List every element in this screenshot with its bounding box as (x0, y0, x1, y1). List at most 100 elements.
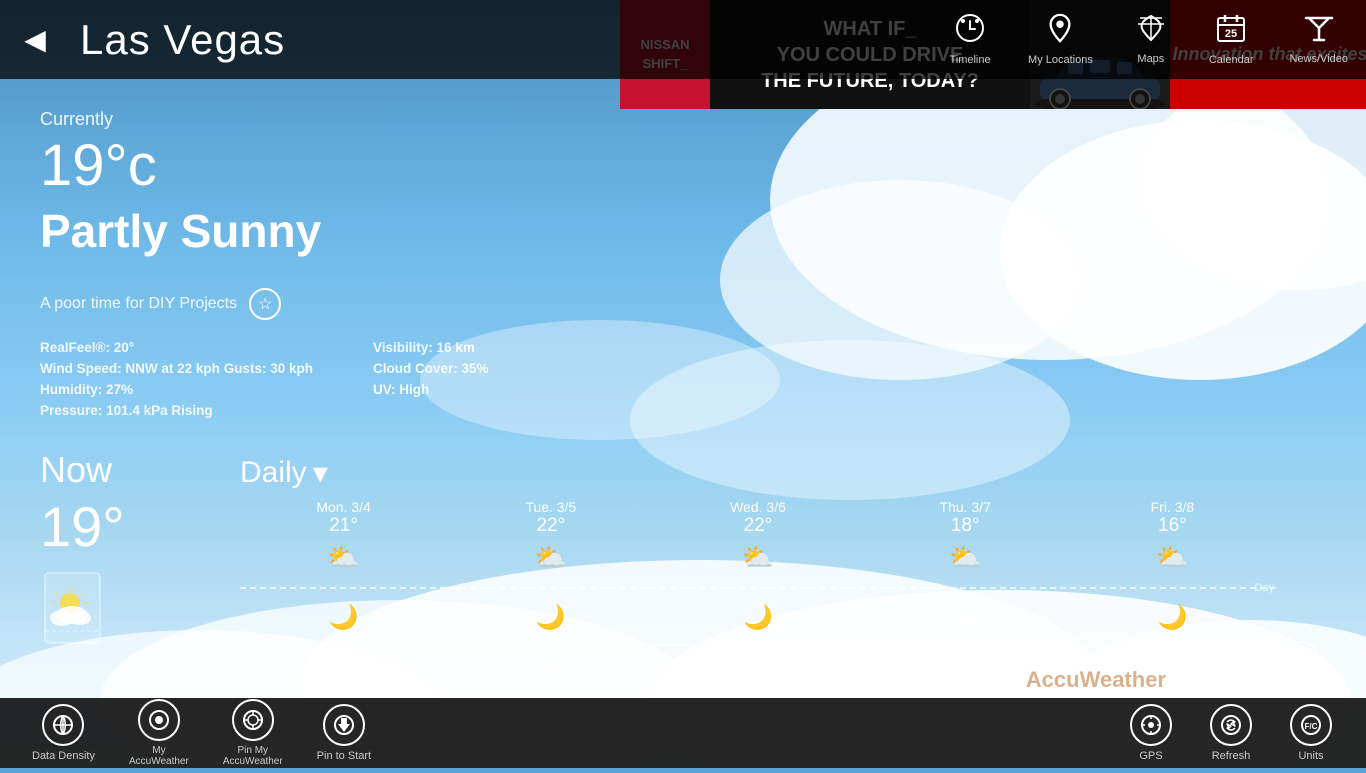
day-icon-day-3: ⛅ (862, 542, 1069, 573)
toolbar-my-accuweather[interactable]: My AccuWeather (117, 693, 201, 773)
realfeel-label: RealFeel®: (40, 340, 110, 355)
timeline-icon (955, 13, 985, 50)
favorite-button[interactable]: ☆ (249, 288, 281, 320)
humidity-row: Humidity: 27% (40, 382, 313, 397)
nav-item-news-video[interactable]: News/Video (1272, 0, 1366, 79)
condition-display: Partly Sunny (40, 204, 1326, 258)
day-col-0: Mon. 3/4 21° ⛅ (240, 499, 447, 573)
night-col-4: 🌙 (1069, 603, 1276, 632)
night-label: Night (1248, 639, 1274, 651)
toolbar-right: GPS Refresh F/C Units (1116, 698, 1346, 768)
nav-items: Timeline My Locations Maps (930, 0, 1366, 79)
night-icon-0: 🌙 (240, 603, 447, 632)
daily-label: Daily (240, 456, 307, 490)
day-low-0: 10° (240, 660, 447, 680)
toolbar-data-density[interactable]: Data Density (20, 698, 107, 768)
svg-text:25: 25 (1225, 28, 1237, 40)
weather-details: RealFeel®: 20° Wind Speed: NNW at 22 kph… (40, 340, 1326, 418)
star-icon: ☆ (258, 294, 272, 314)
currently-label: Currently (40, 109, 1326, 130)
day-name-0: Mon. 3/4 (240, 499, 447, 515)
night-icon-1: 🌙 (447, 603, 654, 632)
accuweather-watermark: AccuWeather (1026, 667, 1166, 693)
night-col-3: ☁ (862, 603, 1069, 632)
day-icon-day-0: ⛅ (240, 542, 447, 573)
toolbar-gps[interactable]: GPS (1116, 698, 1186, 768)
pressure-value: 101.4 kPa Rising (106, 403, 213, 418)
night-icon-2: 🌙 (654, 603, 861, 632)
uv-row: UV: High (373, 382, 489, 397)
day-col-3: Thu. 3/7 18° ⛅ (862, 499, 1069, 573)
realfeel-value: 20° (114, 340, 134, 355)
next-button-spacer (1276, 499, 1326, 573)
visibility-value: 16 km (437, 340, 475, 355)
pressure-label: Pressure: (40, 403, 102, 418)
refresh-icon (1210, 704, 1252, 746)
night-timeline-line: Night (240, 634, 1326, 656)
night-col-0: 🌙 (240, 603, 447, 632)
pressure-row: Pressure: 101.4 kPa Rising (40, 403, 313, 418)
back-button[interactable]: ◀ (0, 0, 70, 79)
visibility-label: Visibility: (373, 340, 433, 355)
day-icon-day-4: ⛅ (1069, 542, 1276, 573)
now-temp: 19° (40, 499, 240, 555)
units-label: Units (1298, 750, 1323, 762)
news-video-icon (1304, 14, 1334, 49)
activity-text: A poor time for DIY Projects (40, 295, 237, 313)
wind-value: NNW at 22 kph (125, 361, 220, 376)
data-density-label: Data Density (32, 750, 95, 762)
night-icon-4: 🌙 (1069, 603, 1276, 632)
pin-to-start-label: Pin to Start (317, 750, 371, 762)
timeline-label: Timeline (949, 54, 990, 66)
gps-icon (1130, 704, 1172, 746)
day-high-0: 21° (240, 515, 447, 537)
nav-item-maps[interactable]: Maps (1111, 0, 1191, 79)
day-high-1: 22° (447, 515, 654, 537)
dropdown-icon: ▾ (313, 456, 328, 491)
units-icon: F/C (1290, 704, 1332, 746)
maps-label: Maps (1137, 53, 1164, 65)
detail-col-right: Visibility: 16 km Cloud Cover: 35% UV: H… (373, 340, 489, 418)
softpedia-watermark: SOFTPEDIA (611, 657, 755, 683)
day-high-3: 18° (862, 515, 1069, 537)
timeline-container: Mon. 3/4 21° ⛅ Tue. 3/5 22° ⛅ Wed. 3/6 2… (240, 499, 1326, 680)
toolbar-pin-to-start[interactable]: Pin to Start (305, 698, 383, 768)
day-col-1: Tue. 3/5 22° ⛅ (447, 499, 654, 573)
nav-item-calendar[interactable]: 25 Calendar (1191, 0, 1272, 79)
cloud-label: Cloud Cover: (373, 361, 458, 376)
daily-toggle[interactable]: Daily ▾ (240, 456, 328, 491)
realfeel-row: RealFeel®: 20° (40, 340, 313, 355)
day-name-3: Thu. 3/7 (862, 499, 1069, 515)
my-locations-icon (1046, 13, 1074, 50)
day-timeline-line: Day (240, 577, 1326, 599)
svg-text:F/C: F/C (1305, 722, 1318, 731)
humidity-label: Humidity: (40, 382, 102, 397)
city-title: Las Vegas (70, 16, 930, 64)
day-high-4: 16° (1069, 515, 1276, 537)
day-icon-day-1: ⛅ (447, 542, 654, 573)
pin-to-start-icon (323, 704, 365, 746)
pin-my-accuweather-icon (232, 699, 274, 741)
refresh-label: Refresh (1212, 750, 1251, 762)
my-accuweather-label: My AccuWeather (129, 745, 189, 767)
day-col-4: Fri. 3/8 16° ⛅ (1069, 499, 1276, 573)
visibility-row: Visibility: 16 km (373, 340, 489, 355)
maps-icon (1136, 14, 1166, 49)
gusts-value: 30 kph (270, 361, 313, 376)
day-highs-row: Mon. 3/4 21° ⛅ Tue. 3/5 22° ⛅ Wed. 3/6 2… (240, 499, 1326, 573)
toolbar-units[interactable]: F/C Units (1276, 698, 1346, 768)
uv-label: UV: (373, 382, 396, 397)
toolbar-refresh[interactable]: Refresh (1196, 698, 1266, 768)
my-locations-label: My Locations (1028, 54, 1093, 66)
night-icons-row: 🌙 🌙 🌙 ☁ 🌙 (240, 603, 1326, 632)
day-high-2: 22° (654, 515, 861, 537)
night-icon-3: ☁ (862, 603, 1069, 632)
toolbar-pin-my-accuweather[interactable]: Pin My AccuWeather (211, 693, 295, 773)
night-col-1: 🌙 (447, 603, 654, 632)
nav-item-timeline[interactable]: Timeline (930, 0, 1010, 79)
nav-item-my-locations[interactable]: My Locations (1010, 0, 1111, 79)
cloud-row: Cloud Cover: 35% (373, 361, 489, 376)
day-name-1: Tue. 3/5 (447, 499, 654, 515)
wind-row: Wind Speed: NNW at 22 kph Gusts: 30 kph (40, 361, 313, 376)
gusts-label: Gusts: (224, 361, 267, 376)
